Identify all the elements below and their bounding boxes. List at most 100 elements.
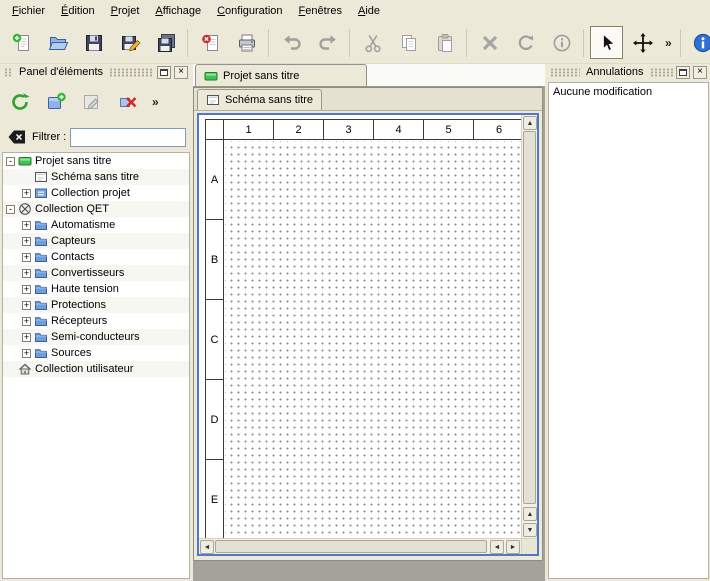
tree-item-protections[interactable]: +Protections [3,297,189,313]
schema-canvas[interactable]: 123456 ABCDE [199,115,521,538]
tree-item-haute-tension[interactable]: +Haute tension [3,281,189,297]
clear-filter-button[interactable] [6,127,28,147]
tab-schema-sans-titre[interactable]: Schéma sans titre [197,89,322,110]
toolbar-separator [349,29,350,57]
horizontal-scroll-thumb[interactable] [215,540,487,553]
tree-item-capteurs[interactable]: +Capteurs [3,233,189,249]
scroll-mode-button[interactable] [626,26,659,59]
project-window: Schéma sans titre 123456 ABCDE ▲ ▲ ▼ [193,87,543,561]
copy-button[interactable] [392,26,425,59]
scroll-down-button[interactable]: ▼ [523,523,537,537]
edit-element-button[interactable] [77,87,107,117]
refresh-icon [9,91,31,113]
new-element-icon [45,91,67,113]
expand-toggle[interactable]: + [22,189,31,198]
scroll-up-button[interactable]: ▲ [523,116,537,130]
expand-toggle[interactable]: + [22,317,31,326]
expand-toggle[interactable]: + [22,301,31,310]
float-panel-button[interactable] [676,66,690,79]
undo-button[interactable] [275,26,308,59]
paste-button[interactable] [428,26,461,59]
undo-icon [281,32,303,54]
folder-icon [34,250,48,264]
delete-element-icon [117,91,139,113]
print-button[interactable] [230,26,263,59]
toolbar-separator [680,29,681,57]
tree-item-label: Semi-conducteurs [51,331,144,343]
undo-history-list[interactable]: Aucune modification [548,82,709,579]
scroll-left-button-secondary[interactable]: ◄ [490,540,504,554]
folder-icon [34,330,48,344]
dock-drag-handle[interactable] [550,68,580,77]
save-button[interactable] [77,26,110,59]
tree-item-recepteurs[interactable]: +Récepteurs [3,313,189,329]
save-all-button[interactable] [149,26,182,59]
expand-toggle[interactable]: + [22,253,31,262]
print-icon [236,32,258,54]
menu-edition[interactable]: Édition [53,2,103,20]
float-panel-button[interactable] [157,66,171,79]
expand-toggle[interactable]: + [22,221,31,230]
expand-toggle[interactable]: + [22,269,31,278]
rotate-button[interactable] [509,26,542,59]
select-mode-button[interactable] [590,26,623,59]
close-panel-button[interactable]: × [174,66,188,79]
delete-element-button[interactable] [113,87,143,117]
scroll-up-button-secondary[interactable]: ▲ [523,507,537,521]
column-header-2: 2 [274,120,324,139]
save-as-button[interactable] [113,26,146,59]
about-button[interactable] [687,26,710,59]
cut-button[interactable] [356,26,389,59]
tab-projet-sans-titre[interactable]: Projet sans titre [195,64,367,86]
tree-item-collection-utilisateur[interactable]: Collection utilisateur [3,361,189,377]
redo-button[interactable] [311,26,344,59]
tree-item-contacts[interactable]: +Contacts [3,249,189,265]
reload-collections-button[interactable] [5,87,35,117]
tree-item-schema-sans-titre[interactable]: Schéma sans titre [3,169,189,185]
scroll-left-button[interactable]: ◄ [200,540,214,554]
tree-item-collection-qet[interactable]: -Collection QET [3,201,189,217]
toolbar-overflow-button[interactable]: » [662,36,675,50]
vertical-scroll-thumb[interactable] [523,131,536,504]
expand-toggle[interactable]: + [22,237,31,246]
panel-toolbar-overflow-button[interactable]: » [149,95,162,109]
close-file-button[interactable] [194,26,227,59]
new-element-button[interactable] [41,87,71,117]
tree-item-collection-projet[interactable]: +Collection projet [3,185,189,201]
menu-fenetres[interactable]: Fenêtres [291,2,350,20]
expand-toggle[interactable]: + [22,333,31,342]
menu-fichier[interactable]: Fichier [4,2,53,20]
tree-item-convertisseurs[interactable]: +Convertisseurs [3,265,189,281]
delete-button[interactable] [473,26,506,59]
elements-panel-title: Panel d'éléments [16,66,106,78]
project-tabbar: Projet sans titre [193,64,545,87]
menu-affichage[interactable]: Affichage [147,2,209,20]
project-icon [18,154,32,168]
menu-projet[interactable]: Projet [103,2,148,20]
collapse-toggle[interactable]: - [6,157,15,166]
open-project-button[interactable] [41,26,74,59]
dock-drag-handle[interactable] [650,68,674,77]
expand-toggle[interactable]: + [22,349,31,358]
row-header-A: A [206,140,223,220]
open-project-icon [47,32,69,54]
scroll-right-button[interactable]: ► [506,540,520,554]
vertical-scrollbar[interactable]: ▲ ▲ ▼ [521,115,537,538]
dock-drag-handle[interactable] [4,68,13,77]
close-panel-button[interactable]: × [693,66,707,79]
tree-item-sources[interactable]: +Sources [3,345,189,361]
expand-toggle[interactable]: + [22,285,31,294]
edit-element-icon [81,91,103,113]
collapse-toggle[interactable]: - [6,205,15,214]
element-info-button[interactable] [545,26,578,59]
tree-item-projet-sans-titre[interactable]: -Projet sans titre [3,153,189,169]
horizontal-scrollbar[interactable]: ◄ ◄ ► [199,538,521,554]
filter-input[interactable] [70,128,186,147]
toolbar-group: » [677,26,710,59]
tree-item-semi-conducteurs[interactable]: + Semi-conducteurs [3,329,189,345]
menu-aide[interactable]: Aide [350,2,388,20]
new-file-button[interactable] [5,26,38,59]
tree-item-automatisme[interactable]: +Automatisme [3,217,189,233]
menu-configuration[interactable]: Configuration [209,2,290,20]
dock-drag-handle[interactable] [109,68,154,77]
